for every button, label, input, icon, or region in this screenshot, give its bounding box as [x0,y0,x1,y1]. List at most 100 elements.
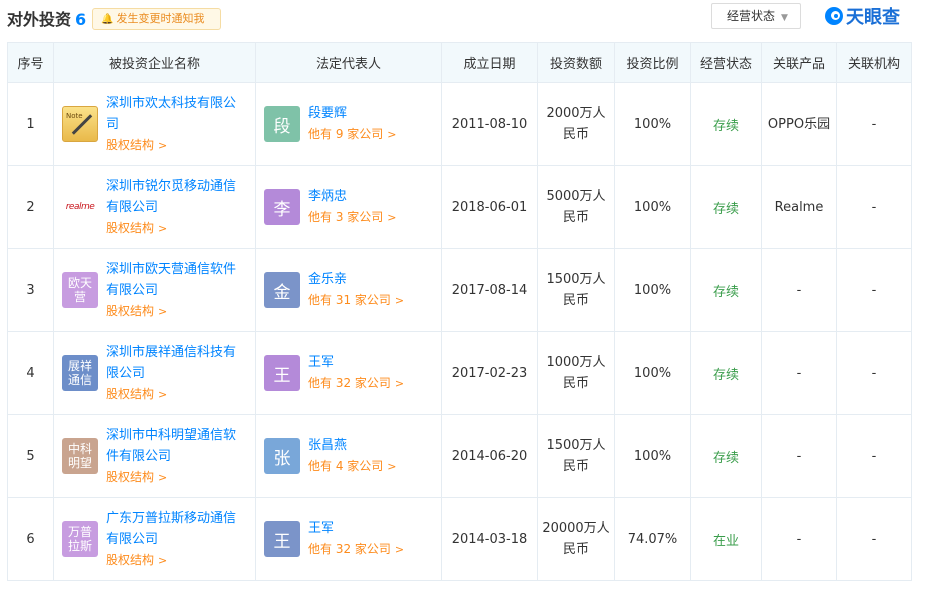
company-logo[interactable]: 万普拉斯 [62,521,98,557]
company-logo[interactable]: 展祥通信 [62,355,98,391]
legal-rep-cell: 王 王军 他有 32 家公司 > [255,331,442,415]
bell-icon: 🔔 [101,14,114,25]
legal-rep-cell: 李 李炳忠 他有 3 家公司 > [255,165,442,249]
founded-date: 2017-02-23 [441,331,538,415]
eye-logo-icon [825,7,843,25]
investment-amount: 5000万人民币 [537,165,615,249]
other-companies-link[interactable]: 他有 4 家公司 > [308,456,396,477]
equity-structure-link[interactable]: 股权结构 > [106,467,246,488]
column-header: 关联机构 [836,42,912,83]
legal-rep-name-link[interactable]: 张昌燕 [308,436,396,456]
section-title-text: 对外投资 [7,10,72,29]
other-companies-link[interactable]: 他有 32 家公司 > [308,373,404,394]
company-name-link[interactable]: 深圳市中科明望通信软件有限公司 [106,425,246,467]
row-index: 6 [7,497,54,581]
related-product[interactable]: - [761,497,837,581]
equity-structure-link[interactable]: 股权结构 > [106,135,246,156]
chevron-right-icon: > [158,138,168,152]
company-cell: 欧天营 深圳市欧天营通信软件有限公司 股权结构 > [53,248,256,332]
avatar[interactable]: 金 [264,272,300,308]
related-product[interactable]: OPPO乐园 [761,82,837,166]
company-name-link[interactable]: 深圳市锐尔觅移动通信有限公司 [106,176,246,218]
related-product[interactable]: Realme [761,165,837,249]
legal-rep-name-link[interactable]: 王军 [308,353,404,373]
related-product[interactable]: - [761,248,837,332]
column-header: 被投资企业名称 [53,42,256,83]
legal-rep-cell: 张 张昌燕 他有 4 家公司 > [255,414,442,498]
investment-count: 6 [75,10,87,29]
legal-rep-name-link[interactable]: 段要辉 [308,104,396,124]
investment-ratio: 100% [614,248,691,332]
company-cell: Note 深圳市欢太科技有限公司 股权结构 > [53,82,256,166]
chevron-right-icon: > [158,470,168,484]
investment-ratio: 100% [614,331,691,415]
avatar[interactable]: 张 [264,438,300,474]
other-companies-label: 他有 32 家公司 [308,541,391,556]
row-index: 2 [7,165,54,249]
equity-structure-link[interactable]: 股权结构 > [106,550,246,571]
company-logo[interactable]: Note [62,106,98,142]
avatar[interactable]: 王 [264,355,300,391]
avatar[interactable]: 李 [264,189,300,225]
investment-amount: 1500万人民币 [537,414,615,498]
legal-rep-name-link[interactable]: 金乐亲 [308,270,404,290]
other-companies-label: 他有 9 家公司 [308,126,384,141]
company-logo[interactable]: 中科明望 [62,438,98,474]
chevron-right-icon: > [394,376,405,390]
status-badge: 存续 [690,82,762,166]
status-badge: 在业 [690,497,762,581]
equity-structure-link[interactable]: 股权结构 > [106,301,246,322]
row-index: 3 [7,248,54,332]
company-cell: realme 深圳市锐尔觅移动通信有限公司 股权结构 > [53,165,256,249]
other-companies-label: 他有 3 家公司 [308,209,384,224]
company-logo-text: Note [66,112,83,120]
equity-structure-label: 股权结构 [106,220,155,235]
legal-rep-name-link[interactable]: 李炳忠 [308,187,396,207]
related-product[interactable]: - [761,414,837,498]
column-header: 法定代表人 [255,42,442,83]
company-name-link[interactable]: 深圳市展祥通信科技有限公司 [106,342,246,384]
column-header: 投资数额 [537,42,615,83]
chevron-right-icon: > [158,553,168,567]
chevron-right-icon: > [158,304,168,318]
row-index: 4 [7,331,54,415]
equity-structure-link[interactable]: 股权结构 > [106,218,246,239]
chevron-right-icon: > [387,127,397,141]
company-name-link[interactable]: 广东万普拉斯移动通信有限公司 [106,508,246,550]
row-index: 1 [7,82,54,166]
legal-rep-name-link[interactable]: 王军 [308,519,404,539]
investment-table: 序号 被投资企业名称 法定代表人 成立日期 投资数额 投资比例 经营状态 关联产… [7,42,912,581]
founded-date: 2011-08-10 [441,82,538,166]
table-row: 5 中科明望 深圳市中科明望通信软件有限公司 股权结构 > 张 张昌燕 他有 4 … [7,414,912,498]
company-name-link[interactable]: 深圳市欢太科技有限公司 [106,93,246,135]
other-companies-link[interactable]: 他有 32 家公司 > [308,539,404,560]
chevron-right-icon: > [387,210,397,224]
avatar[interactable]: 王 [264,521,300,557]
avatar[interactable]: 段 [264,106,300,142]
related-org: - [836,414,912,498]
chevron-right-icon: > [158,221,168,235]
related-product[interactable]: - [761,331,837,415]
status-filter-dropdown[interactable]: 经营状态 ▼ [711,3,801,29]
other-companies-link[interactable]: 他有 9 家公司 > [308,124,396,145]
column-header: 经营状态 [690,42,762,83]
caret-down-icon: ▼ [781,13,788,23]
investment-ratio: 100% [614,414,691,498]
chevron-right-icon: > [387,459,397,473]
other-companies-label: 他有 32 家公司 [308,375,391,390]
company-logo[interactable]: 欧天营 [62,272,98,308]
table-row: 1 Note 深圳市欢太科技有限公司 股权结构 > 段 段要辉 他有 9 家公司 >… [7,82,912,166]
company-name-link[interactable]: 深圳市欧天营通信软件有限公司 [106,259,246,301]
related-org: - [836,248,912,332]
row-index: 5 [7,414,54,498]
other-companies-label: 他有 4 家公司 [308,458,384,473]
company-logo[interactable]: realme [62,189,98,225]
other-companies-link[interactable]: 他有 31 家公司 > [308,290,404,311]
equity-structure-link[interactable]: 股权结构 > [106,384,246,405]
notify-on-change-button[interactable]: 🔔 发生变更时通知我 [92,8,221,30]
investment-amount: 2000万人民币 [537,82,615,166]
brand-logo-text: 天眼查 [846,7,900,28]
column-header: 关联产品 [761,42,837,83]
legal-rep-cell: 金 金乐亲 他有 31 家公司 > [255,248,442,332]
other-companies-link[interactable]: 他有 3 家公司 > [308,207,396,228]
